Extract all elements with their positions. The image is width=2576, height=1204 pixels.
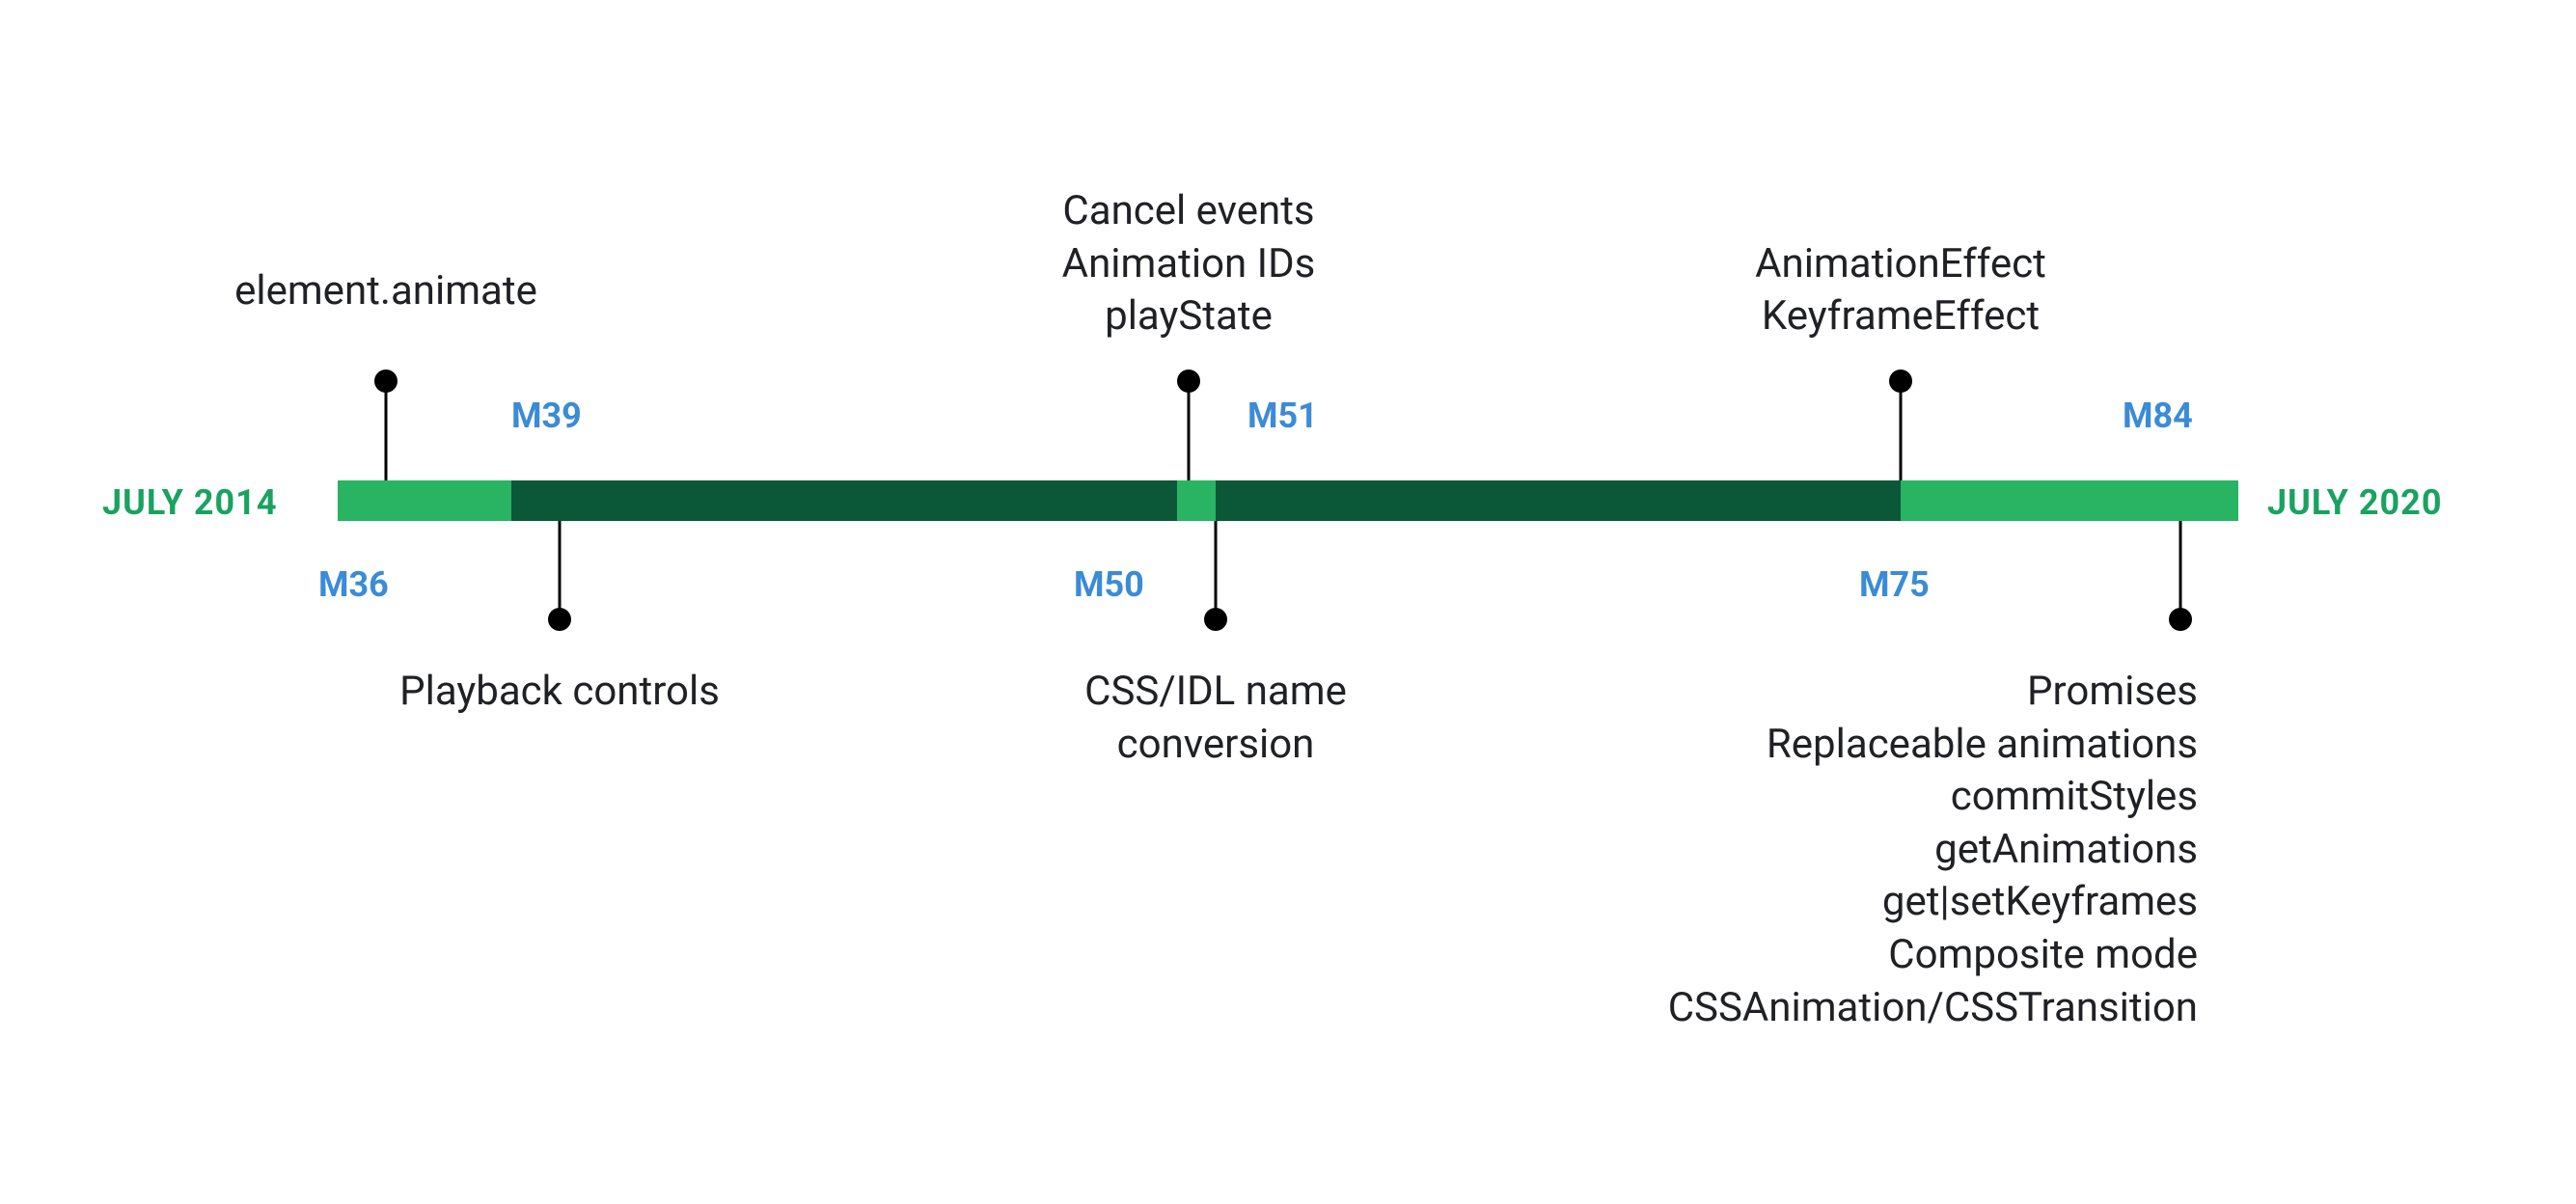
milestone-stem (2179, 521, 2182, 619)
note-line: Composite mode (1888, 931, 2198, 978)
note-line: playState (1105, 292, 1273, 340)
timeline-segment (1177, 480, 1216, 521)
milestone-stem (1900, 381, 1903, 480)
milestone-version: M75 (1859, 564, 1930, 605)
note-line: AnimationEffect (1755, 240, 2046, 287)
note-line: element.animate (234, 267, 537, 315)
end-date-label: JULY 2020 (2267, 482, 2443, 523)
note-line: CSSAnimation/CSSTransition (1668, 984, 2198, 1031)
note-line: Replaceable animations (1767, 721, 2198, 768)
milestone-version: M36 (318, 564, 389, 605)
milestone-dot (2169, 608, 2192, 631)
timeline-segment (511, 480, 1177, 521)
timeline-segment (1901, 480, 2238, 521)
note-line: Playback controls (399, 668, 720, 715)
note-line: Promises (2027, 668, 2198, 715)
milestone-note: Cancel events Animation IDs playState (1062, 185, 1316, 343)
timeline-segment (338, 480, 511, 521)
milestone-dot (1204, 608, 1227, 631)
milestone-version: M51 (1247, 396, 1318, 436)
note-line: getAnimations (1934, 826, 2198, 873)
milestone-note: element.animate (234, 265, 537, 318)
milestone-stem (1188, 381, 1191, 480)
note-line: conversion (1117, 721, 1315, 768)
timeline-diagram: JULY 2014 JULY 2020 M36 element.animate … (0, 0, 2576, 1204)
note-line: get|setKeyframes (1882, 878, 2198, 925)
milestone-version: M39 (511, 396, 582, 436)
milestone-stem (1215, 521, 1218, 619)
milestone-dot (374, 369, 397, 393)
note-line: Animation IDs (1062, 240, 1316, 287)
milestone-note: Promises Replaceable animations commitSt… (1668, 666, 2198, 1034)
milestone-stem (385, 381, 388, 480)
note-line: commitStyles (1951, 773, 2198, 820)
milestone-dot (548, 608, 571, 631)
milestone-version: M50 (1074, 564, 1144, 605)
timeline-segment (1216, 480, 1901, 521)
milestone-dot (1177, 369, 1200, 393)
milestone-note: AnimationEffect KeyframeEffect (1755, 238, 2046, 343)
note-line: CSS/IDL name (1084, 668, 1347, 715)
milestone-note: CSS/IDL name conversion (1084, 666, 1347, 771)
note-line: KeyframeEffect (1762, 292, 2040, 340)
start-date-label: JULY 2014 (102, 482, 278, 523)
note-line: Cancel events (1062, 187, 1314, 234)
milestone-note: Playback controls (399, 666, 720, 719)
milestone-dot (1889, 369, 1912, 393)
milestone-version: M84 (2123, 396, 2193, 436)
milestone-stem (559, 521, 562, 619)
